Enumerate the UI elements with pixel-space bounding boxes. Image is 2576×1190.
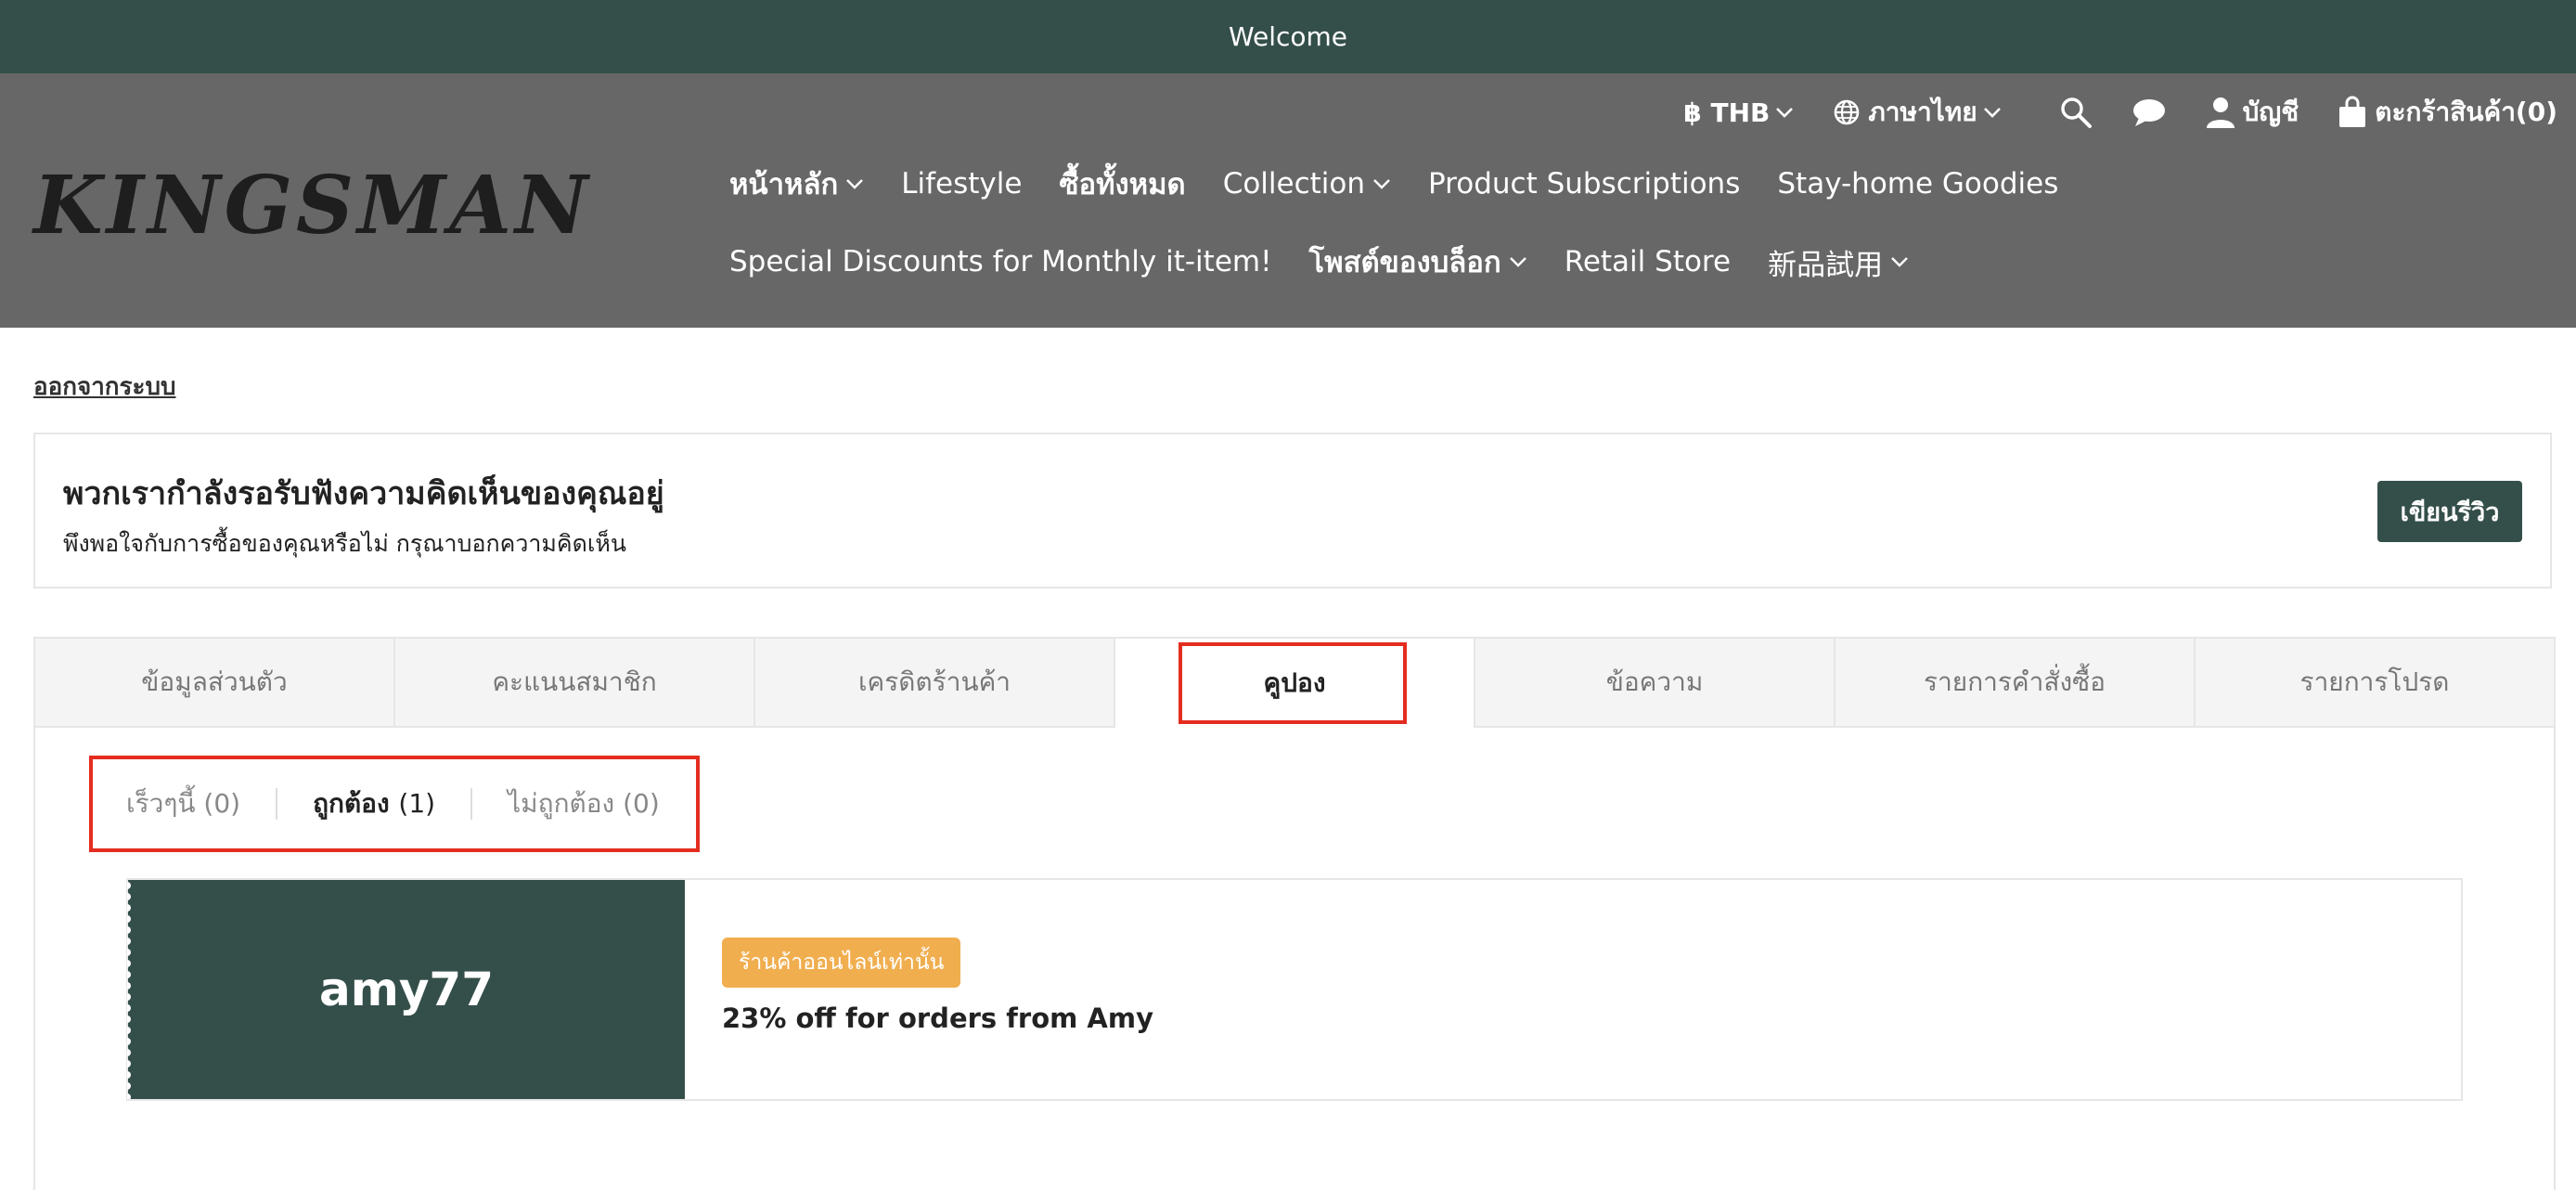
nav-item-label: หน้าหลัก bbox=[729, 168, 839, 201]
chevron-down-icon bbox=[1891, 257, 1908, 267]
coupon-filter-tab[interactable]: ถูกต้อง (1) bbox=[313, 783, 435, 824]
coupon-filter-count: (1) bbox=[398, 788, 436, 819]
coupon-filter-count: (0) bbox=[203, 788, 241, 819]
nav-item[interactable]: หน้าหลัก bbox=[729, 161, 864, 207]
nav-item[interactable]: Lifestyle bbox=[901, 167, 1022, 200]
coupon-code-panel: amy77 bbox=[128, 880, 685, 1099]
tab-3[interactable]: คูปอง bbox=[1114, 637, 1474, 728]
chevron-down-icon bbox=[1776, 108, 1794, 118]
perforation-dot bbox=[127, 971, 131, 978]
announcement-bar: Welcome bbox=[0, 0, 2576, 73]
coupon-filter-tabs: เร็วๆนี้ (0) ถูกต้อง (1) ไม่ถูกต้อง (0) bbox=[89, 756, 700, 852]
perforation-dot bbox=[127, 882, 131, 889]
nav-item-label: Product Subscriptions bbox=[1428, 167, 1741, 200]
review-subtitle: พึงพอใจกับการซื้อของคุณหรือไม่ กรุณาบอกค… bbox=[63, 530, 626, 557]
nav-item-label: Collection bbox=[1222, 167, 1366, 200]
nav-item-label: Stay-home Goodies bbox=[1777, 167, 2059, 200]
user-icon bbox=[2206, 97, 2235, 128]
perforation-dot bbox=[127, 1015, 131, 1023]
currency-selector[interactable]: ฿ THB bbox=[1683, 97, 1794, 128]
perforation-dot bbox=[127, 1082, 131, 1090]
coupon-filter-tab[interactable]: ไม่ถูกต้อง (0) bbox=[508, 783, 660, 824]
logout-link[interactable]: ออกจากระบบ bbox=[33, 368, 176, 406]
perforation-dot bbox=[127, 982, 131, 990]
tab-6[interactable]: รายการโปรด bbox=[2194, 637, 2556, 728]
online-only-badge: ร้านค้าออนไลน์เท่านั้น bbox=[722, 938, 961, 988]
perforation-dot bbox=[127, 1038, 131, 1045]
nav-item[interactable]: ซื้อทั้งหมด bbox=[1059, 161, 1185, 207]
site-header: KINGSMAN ฿ THB ภาษาไทย บัญชี ตะกร้าสินค้… bbox=[0, 73, 2576, 328]
coupon-filter-label: เร็วๆนี้ bbox=[126, 788, 196, 819]
search-button[interactable] bbox=[2059, 96, 2093, 129]
nav-item[interactable]: โพสต์ของบล็อก bbox=[1309, 239, 1527, 285]
nav-item[interactable]: Stay-home Goodies bbox=[1777, 167, 2058, 200]
language-selector[interactable]: ภาษาไทย bbox=[1833, 92, 2001, 133]
nav-item-label: 新品試用 bbox=[1768, 248, 1884, 282]
perforation-dot bbox=[127, 1049, 131, 1056]
tab-5[interactable]: รายการคำสั่งซื้อ bbox=[1834, 637, 2194, 728]
coupon-filter-label: ไม่ถูกต้อง bbox=[508, 788, 615, 819]
chevron-down-icon bbox=[1983, 108, 2001, 118]
subtab-divider bbox=[276, 788, 278, 820]
tab-2[interactable]: เครดิตร้านค้า bbox=[753, 637, 1114, 728]
perforation-dot bbox=[127, 926, 131, 934]
search-icon bbox=[2060, 97, 2092, 128]
chevron-down-icon bbox=[846, 179, 864, 189]
perforation-dot bbox=[127, 993, 131, 1001]
coupon-code: amy77 bbox=[318, 963, 494, 1016]
nav-item[interactable]: Product Subscriptions bbox=[1428, 167, 1740, 200]
coupon-filter-tab[interactable]: เร็วๆนี้ (0) bbox=[126, 783, 240, 824]
globe-icon bbox=[1835, 99, 1860, 125]
account-label: บัญชี bbox=[2242, 97, 2299, 127]
shopping-bag-icon bbox=[2339, 96, 2366, 127]
cart-link[interactable]: ตะกร้าสินค้า(0) bbox=[2338, 92, 2557, 133]
tab-0[interactable]: ข้อมูลส่วนตัว bbox=[33, 637, 393, 728]
nav-item-label: ซื้อทั้งหมด bbox=[1059, 168, 1186, 201]
tab-4[interactable]: ข้อความ bbox=[1474, 637, 1834, 728]
nav-item[interactable]: Retail Store bbox=[1565, 245, 1731, 278]
nav-item[interactable]: Special Discounts for Monthly it-item! bbox=[729, 245, 1272, 278]
chat-button[interactable] bbox=[2132, 97, 2167, 128]
language-label: ภาษาไทย bbox=[1868, 97, 1977, 127]
account-tabs: ข้อมูลส่วนตัว คะแนนสมาชิก เครดิตร้านค้า คูป… bbox=[33, 637, 2556, 728]
perforation-dot bbox=[127, 915, 131, 923]
perforation-dot bbox=[127, 1093, 131, 1099]
account-link[interactable]: บัญชี bbox=[2206, 92, 2299, 133]
perforation-dot bbox=[127, 938, 131, 945]
perforation-dot bbox=[127, 960, 131, 967]
coupon-description: 23% off for orders from Amy bbox=[722, 1002, 1153, 1034]
perforation-dot bbox=[127, 1004, 131, 1012]
announcement-text: Welcome bbox=[1228, 21, 1348, 52]
perforated-edge-icon bbox=[127, 882, 131, 1099]
nav-item[interactable]: Collection bbox=[1223, 167, 1391, 200]
site-logo[interactable]: KINGSMAN bbox=[33, 159, 592, 252]
perforation-dot bbox=[127, 1060, 131, 1067]
main-nav-row-2: Special Discounts for Monthly it-item! โพ… bbox=[729, 239, 1946, 285]
nav-item-label: Lifestyle bbox=[901, 167, 1023, 200]
nav-item-label: Retail Store bbox=[1564, 245, 1732, 278]
subtab-divider bbox=[470, 788, 473, 820]
chat-icon bbox=[2132, 99, 2165, 126]
coupon-card: amy77 ร้านค้าออนไลน์เท่านั้น 23% off for… bbox=[126, 878, 2463, 1101]
chevron-down-icon bbox=[1509, 257, 1526, 267]
review-banner: พวกเรากำลังรอรับฟังความคิดเห็นของคุณอยู่… bbox=[33, 433, 2552, 589]
tab-1[interactable]: คะแนนสมาชิก bbox=[393, 637, 753, 728]
perforation-dot bbox=[127, 1071, 131, 1079]
cart-label: ตะกร้าสินค้า(0) bbox=[2375, 97, 2557, 127]
utility-bar: ฿ THB ภาษาไทย บัญชี ตะกร้าสินค้า(0) bbox=[1683, 92, 2557, 133]
write-review-button[interactable]: เขียนรีวิว bbox=[2377, 481, 2522, 542]
coupon-filter-count: (0) bbox=[623, 788, 660, 819]
perforation-dot bbox=[127, 1027, 131, 1034]
chevron-down-icon bbox=[1373, 179, 1390, 189]
nav-item[interactable]: 新品試用 bbox=[1768, 241, 1909, 283]
main-nav-row-1: หน้าหลัก Lifestyle ซื้อทั้งหมด Collection Pr… bbox=[729, 161, 2095, 207]
review-title: พวกเรากำลังรอรับฟังความคิดเห็นของคุณอยู่ bbox=[63, 475, 664, 512]
perforation-dot bbox=[127, 904, 131, 912]
nav-item-label: โพสต์ของบล็อก bbox=[1308, 246, 1501, 279]
perforation-dot bbox=[127, 893, 131, 900]
perforation-dot bbox=[127, 949, 131, 956]
currency-label: ฿ THB bbox=[1683, 97, 1771, 128]
coupon-filter-label: ถูกต้อง bbox=[313, 788, 390, 819]
nav-item-label: Special Discounts for Monthly it-item! bbox=[729, 245, 1272, 278]
